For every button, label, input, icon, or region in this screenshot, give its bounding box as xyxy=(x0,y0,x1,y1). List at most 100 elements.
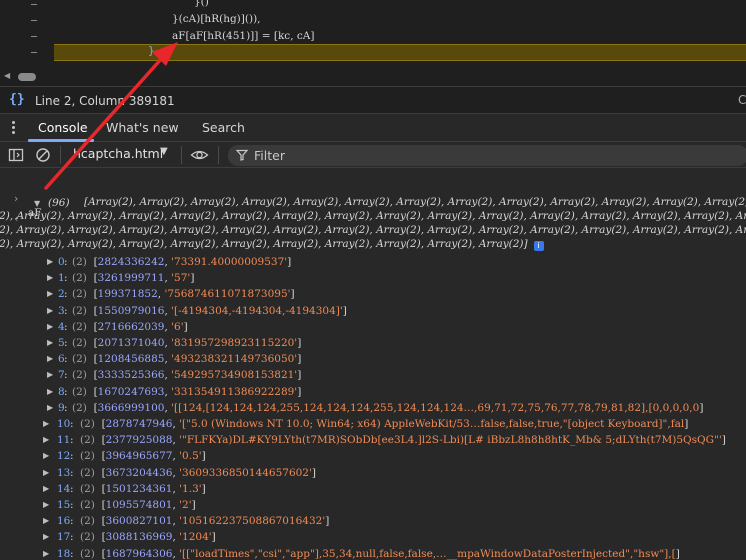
entry-string: '549295734908153821' xyxy=(171,369,298,382)
expand-triangle-icon[interactable]: ▶ xyxy=(43,497,49,513)
summary-prefix: (2), xyxy=(0,210,14,222)
expand-triangle-icon[interactable]: ▶ xyxy=(47,335,53,351)
entry-string: '2' xyxy=(179,499,192,511)
expand-triangle-icon[interactable]: ▶ xyxy=(47,270,53,286)
summary-prefix: (2), xyxy=(0,238,14,250)
sidebar-toggle-icon[interactable] xyxy=(8,147,24,163)
eye-icon[interactable] xyxy=(190,147,209,163)
entry-number: 3088136969 xyxy=(105,531,173,544)
expand-triangle-icon[interactable]: ▶ xyxy=(43,546,49,560)
filter-placeholder: Filter xyxy=(254,148,285,163)
tab-whats-new[interactable]: What's new xyxy=(106,120,179,135)
info-badge-icon[interactable]: i xyxy=(533,241,544,251)
expand-triangle-icon[interactable]: ▶ xyxy=(47,384,53,400)
entry-key: 16 xyxy=(57,515,71,528)
console-input-line: › aF xyxy=(0,176,42,219)
entry-colon: : xyxy=(70,450,74,463)
tab-console[interactable]: Console xyxy=(38,120,88,135)
entry-colon: : xyxy=(64,272,68,285)
console-output[interactable]: › aF ‹ ▼ (96) [Array(2), Array(2), Array… xyxy=(0,168,746,560)
entry-number: 2878747946 xyxy=(105,418,173,430)
entry-value: (2) [1208456885, '493238321149736050'] xyxy=(72,353,302,366)
code-line: aF[aF[hR(451)]] = [kc, cA] xyxy=(172,30,315,42)
context-selector[interactable]: hcaptcha.html ▼ xyxy=(67,146,177,164)
curly-braces-icon[interactable]: {} xyxy=(9,92,25,107)
scrollbar-thumb[interactable] xyxy=(18,73,36,81)
entry-count: (2) xyxy=(72,337,87,349)
entry-number: 2377925088 xyxy=(105,434,173,447)
expand-triangle-icon[interactable]: ▶ xyxy=(43,432,49,448)
summary-text: Array(2), Array(2), Array(2), Array(2), … xyxy=(16,210,746,222)
expand-triangle-icon[interactable]: ▶ xyxy=(43,465,49,481)
entry-count: (2) xyxy=(80,531,95,544)
entry-colon: : xyxy=(70,499,74,511)
horizontal-scrollbar[interactable]: ◀ xyxy=(0,68,746,86)
expand-triangle-icon[interactable]: ▼ xyxy=(34,196,40,211)
entry-string: '[[124,[124,124,124,255,124,124,124,255,… xyxy=(171,401,700,414)
entry-number: 199371852 xyxy=(97,288,158,301)
entry-count: (2) xyxy=(72,272,87,285)
more-menu-icon[interactable] xyxy=(12,121,16,135)
summary-text: Array(2), Array(2), Array(2), Array(2), … xyxy=(16,224,746,236)
entry-number: 3600827101 xyxy=(105,515,173,528)
entry-number: 3261999711 xyxy=(97,272,165,285)
entry-string: '105162237508867016432' xyxy=(179,515,326,528)
filter-input[interactable]: Filter xyxy=(228,145,746,166)
entry-colon: : xyxy=(70,434,74,447)
expand-triangle-icon[interactable]: ▶ xyxy=(47,286,53,302)
entry-number: 1687964306 xyxy=(105,547,173,560)
source-editor[interactable]: }()}(cA)[hR(hg)]()), aF[aF[hR(451)]] = [k… xyxy=(0,0,746,86)
scroll-left-icon[interactable]: ◀ xyxy=(4,71,10,80)
expand-triangle-icon[interactable]: ▶ xyxy=(47,400,53,416)
entry-value: (2) [2716662039, '6'] xyxy=(72,320,188,333)
array-count: (96) xyxy=(48,197,70,209)
array-summary-line: (2), Array(2), Array(2), Array(2), Array… xyxy=(0,224,746,236)
entry-number: 3964965677 xyxy=(105,450,173,463)
toolbar-divider xyxy=(218,146,219,164)
expand-triangle-icon[interactable]: ▶ xyxy=(43,513,49,529)
expand-triangle-icon[interactable]: ▶ xyxy=(43,448,49,464)
expand-triangle-icon[interactable]: ▶ xyxy=(47,319,53,335)
console-toolbar: hcaptcha.html ▼ Filter xyxy=(0,142,746,168)
entry-count: (2) xyxy=(72,288,87,301)
entry-colon: : xyxy=(64,288,68,301)
entry-number: 3333525366 xyxy=(97,369,165,382)
entry-string: '["5.0 (Windows NT 10.0; Win64; x64) App… xyxy=(179,418,685,430)
clear-console-icon[interactable] xyxy=(35,147,51,163)
highlighted-line xyxy=(54,44,746,61)
entry-value: (2) [3666999100, '[[124,[124,124,124,255… xyxy=(72,401,704,414)
entry-key: 12 xyxy=(57,450,71,463)
status-right-text: C xyxy=(738,93,746,107)
status-bar: {} Line 2, Column 389181 C xyxy=(0,86,746,114)
expand-triangle-icon[interactable]: ▶ xyxy=(47,254,53,270)
entry-number: 1550979016 xyxy=(97,304,165,317)
expand-triangle-icon[interactable]: ▶ xyxy=(43,481,49,497)
entry-value: (2) [2377925088, '"FLFKYa)DL#KY9LYth(t7M… xyxy=(80,434,726,447)
entry-count: (2) xyxy=(80,482,95,495)
expand-triangle-icon[interactable]: ▶ xyxy=(47,351,53,367)
entry-colon: : xyxy=(70,418,74,430)
summary-prefix: (2), xyxy=(0,224,14,236)
entry-value: (2) [1550979016, '[-4194304,-4194304,-41… xyxy=(72,304,347,317)
summary-text: Array(2), Array(2), Array(2), Array(2), … xyxy=(16,238,528,250)
entry-colon: : xyxy=(70,466,74,479)
entry-string: '1.3' xyxy=(179,482,202,495)
entry-count: (2) xyxy=(80,418,95,430)
entry-count: (2) xyxy=(80,466,95,479)
expand-triangle-icon[interactable]: ▶ xyxy=(43,529,49,545)
expand-triangle-icon[interactable]: ▶ xyxy=(47,303,53,319)
expand-triangle-icon[interactable]: ▶ xyxy=(43,416,49,432)
array-summary-line: (2), Array(2), Array(2), Array(2), Array… xyxy=(0,210,746,222)
entry-count: (2) xyxy=(72,385,87,398)
caret-brace: } xyxy=(148,44,155,57)
entry-colon: : xyxy=(64,256,68,268)
entry-count: (2) xyxy=(80,450,95,463)
entry-string: '57' xyxy=(171,272,191,285)
expand-triangle-icon[interactable]: ▶ xyxy=(47,367,53,383)
entry-count: (2) xyxy=(72,401,87,414)
entry-number: 3666999100 xyxy=(97,401,165,414)
entry-key: 10 xyxy=(57,418,71,430)
tab-search[interactable]: Search xyxy=(202,120,245,135)
console-result-line: ‹ ▼ (96) xyxy=(0,196,70,225)
entry-number: 1670247693 xyxy=(97,385,165,398)
